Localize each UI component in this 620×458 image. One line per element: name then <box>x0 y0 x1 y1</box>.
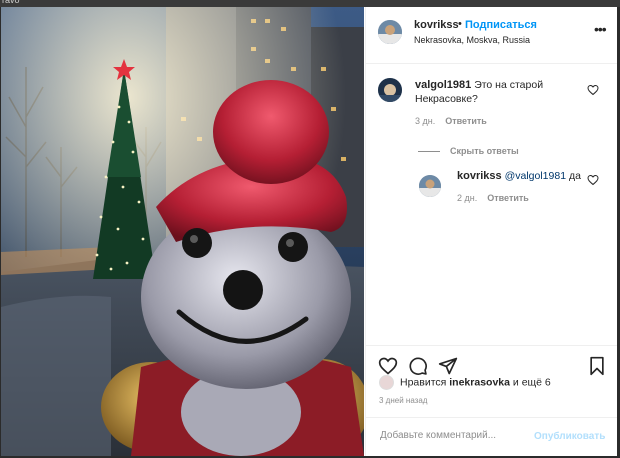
comment-time: 3 дн. <box>415 116 436 126</box>
post-photo[interactable] <box>1 7 364 456</box>
comment-reply-button[interactable]: Ответить <box>445 116 487 126</box>
post-dialog: kovrikss • Подписаться Nekrasovka, Moskv… <box>1 7 617 456</box>
comment-like-heart-icon[interactable] <box>587 84 599 96</box>
reply-reply-button[interactable]: Ответить <box>487 193 529 203</box>
hide-replies-button[interactable]: Скрыть ответы <box>418 146 519 156</box>
likes-user[interactable]: inekrasovka <box>449 376 510 388</box>
likes-summary[interactable]: Нравится inekrasovka и ещё 6 <box>379 375 551 390</box>
post-location[interactable]: Nekrasovka, Moskva, Russia <box>414 35 530 45</box>
publish-button[interactable]: Опубликовать <box>534 431 605 442</box>
reply-time: 2 дн. <box>457 193 478 203</box>
post-date: 3 дней назад <box>379 396 428 405</box>
likes-prefix: Нравится <box>400 376 447 389</box>
separator-dot: • <box>458 18 462 30</box>
reply-text: kovrikss @valgol1981 да <box>457 170 581 182</box>
comment-icon[interactable] <box>408 356 428 376</box>
comment-username[interactable]: valgol1981 <box>415 79 471 91</box>
share-icon[interactable] <box>438 356 458 376</box>
post-photo-image <box>1 7 364 456</box>
commenter-avatar[interactable] <box>378 78 402 102</box>
liker-avatar <box>379 375 394 390</box>
author-username[interactable]: kovrikss <box>414 19 459 31</box>
action-bar <box>366 345 617 376</box>
author-avatar[interactable] <box>378 20 402 44</box>
more-horizontal-icon[interactable]: ••• <box>594 21 607 37</box>
browser-topbar: ravo <box>0 0 620 7</box>
comment-input[interactable] <box>378 429 532 442</box>
reply-body: да <box>568 170 581 182</box>
post-side-panel: kovrikss • Подписаться Nekrasovka, Moskv… <box>365 7 617 456</box>
hide-replies-line <box>418 151 440 153</box>
browser-crumb: ravo <box>2 0 20 5</box>
hide-replies-label: Скрыть ответы <box>450 146 519 156</box>
comment-text: valgol1981 Это на старой Некрасовке? <box>415 78 575 106</box>
reply-like-heart-icon[interactable] <box>587 174 599 186</box>
heart-icon[interactable] <box>378 356 398 376</box>
reply-avatar[interactable] <box>419 175 441 197</box>
comment-composer: Опубликовать <box>366 417 617 456</box>
reply-mention[interactable]: @valgol1981 <box>505 170 566 182</box>
post-header: kovrikss • Подписаться Nekrasovka, Moskv… <box>366 7 617 64</box>
follow-button[interactable]: Подписаться <box>465 19 537 31</box>
likes-suffix: и ещё 6 <box>512 376 551 389</box>
comment-meta: 3 дн. Ответить <box>415 116 487 126</box>
bookmark-icon[interactable] <box>588 356 606 376</box>
reply-username[interactable]: kovrikss <box>457 170 502 182</box>
reply-meta: 2 дн. Ответить <box>457 193 529 203</box>
